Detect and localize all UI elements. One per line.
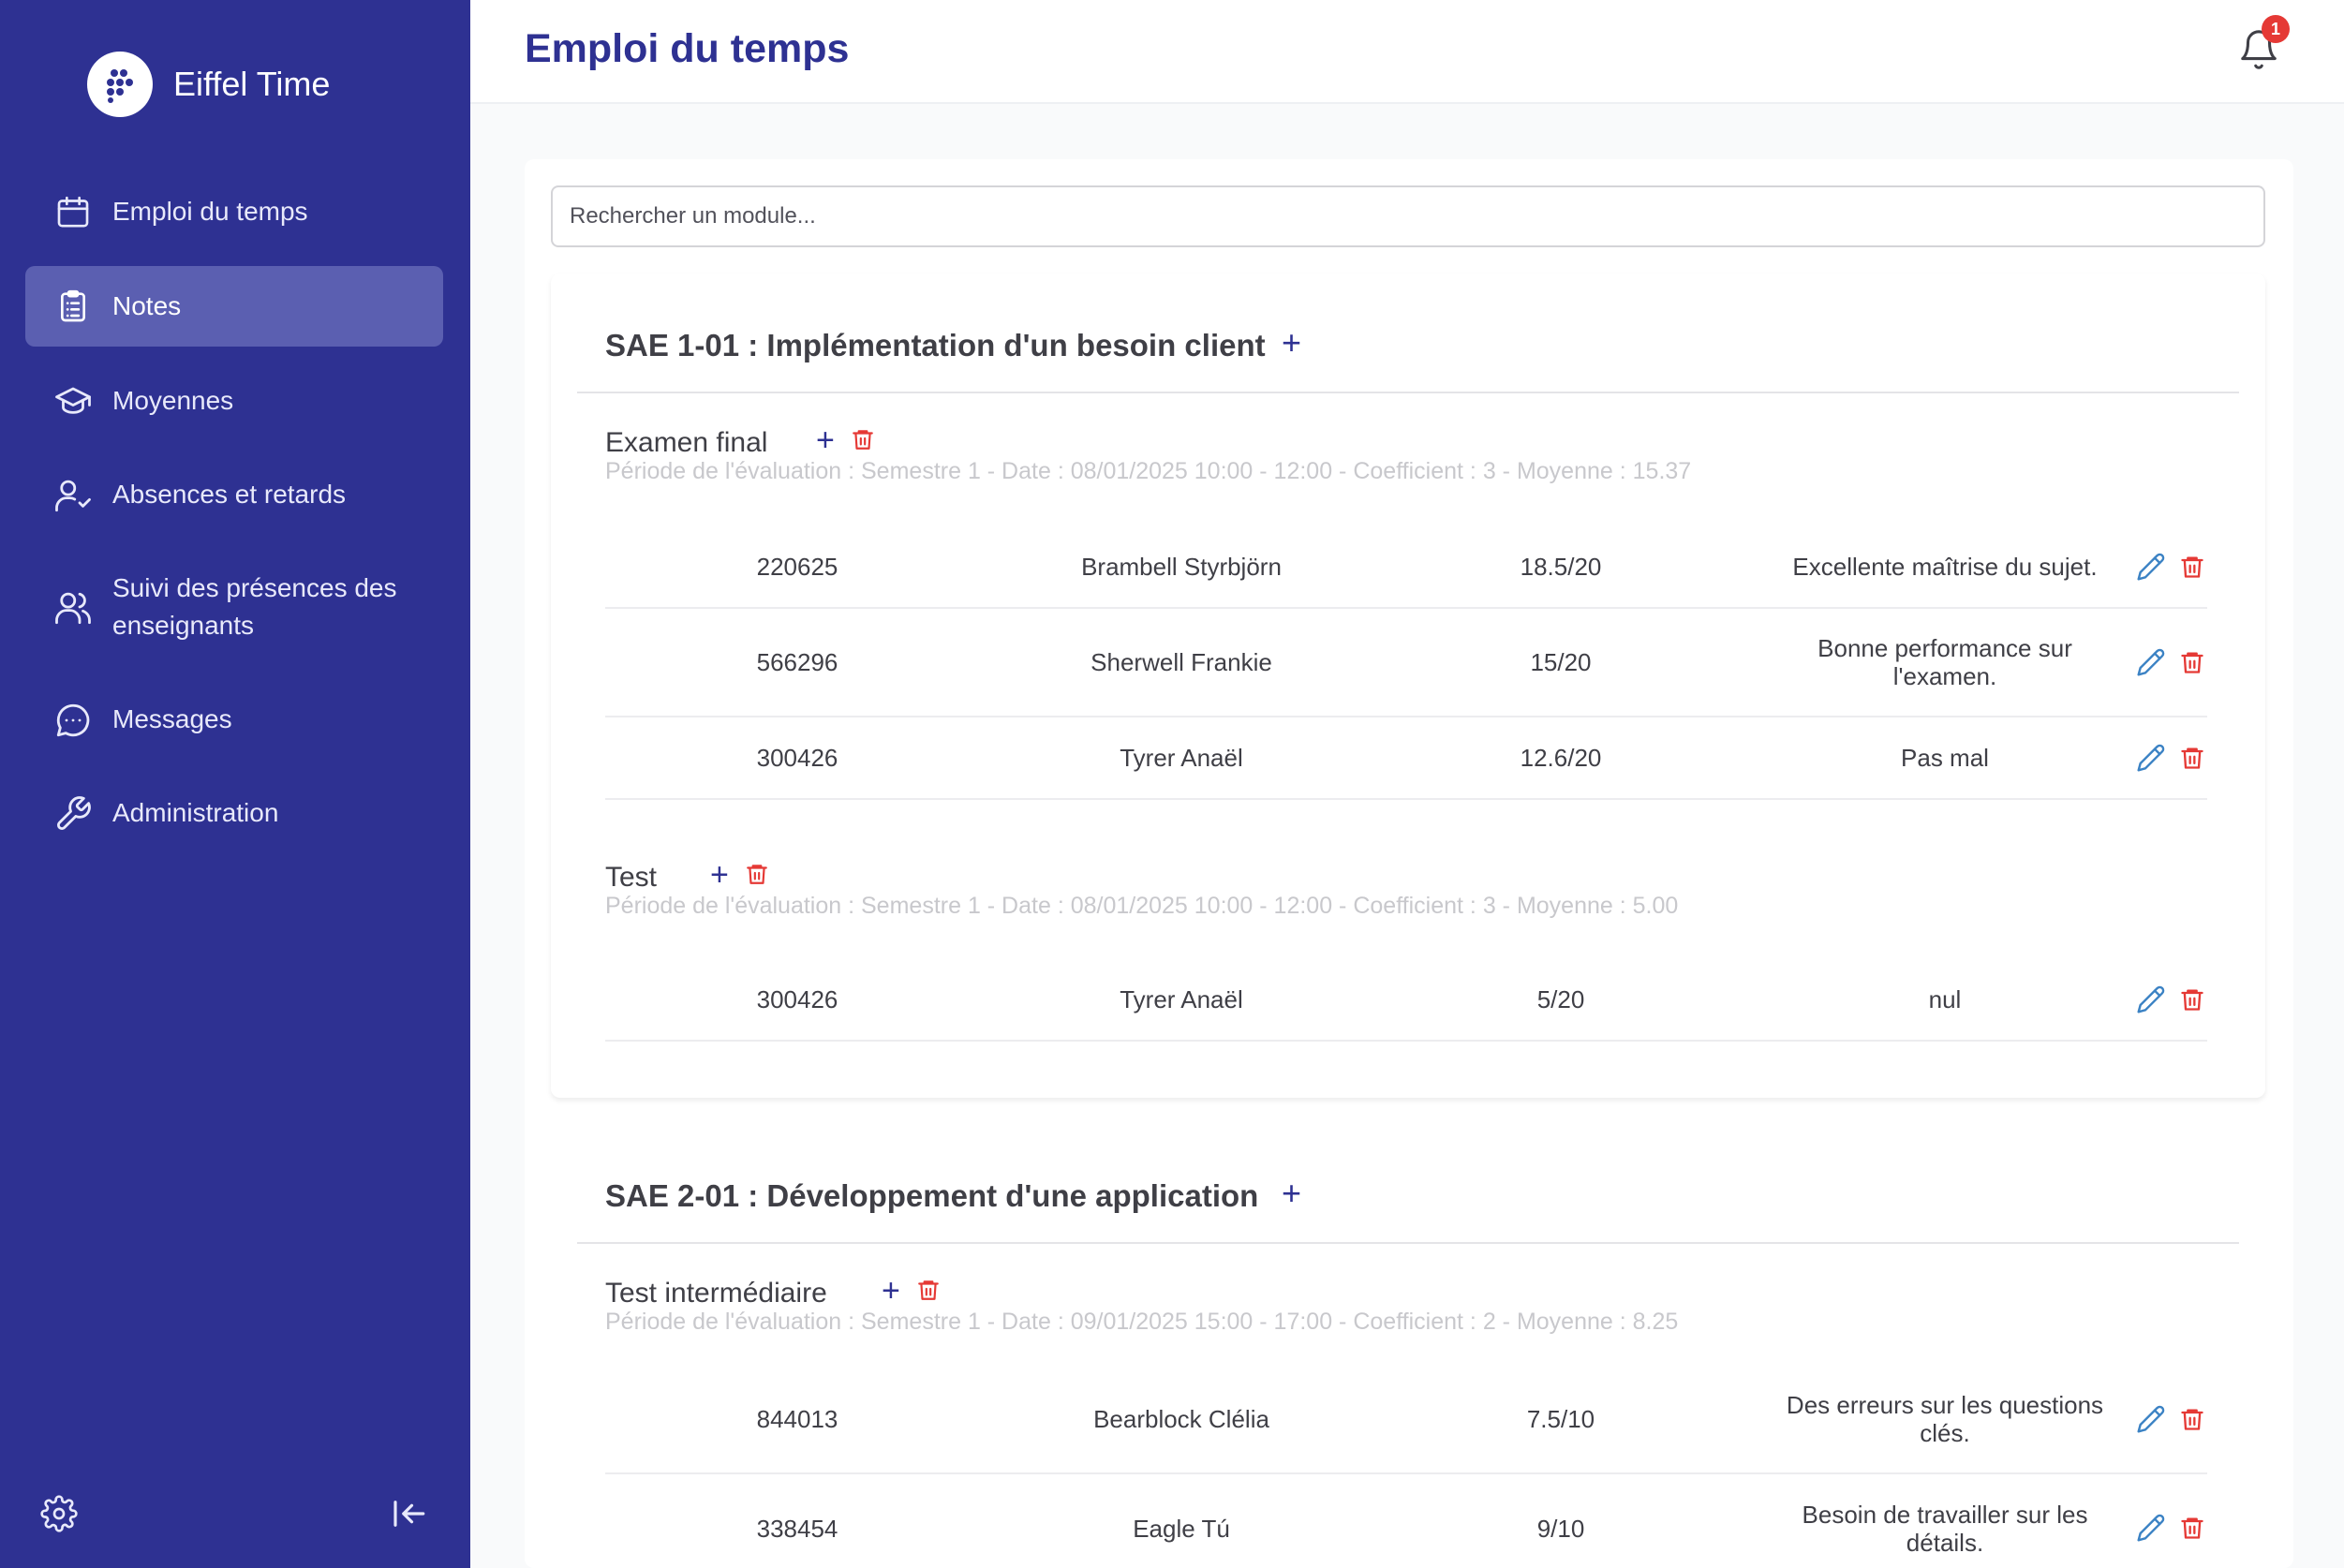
note-comment: Des erreurs sur les questions clés. <box>1786 1391 2104 1447</box>
table-row: 338454 Eagle Tú 9/10 Besoin de travaille… <box>605 1474 2207 1568</box>
add-evaluation-button[interactable]: + <box>1282 326 1301 360</box>
delete-trash-icon[interactable] <box>2179 1513 2205 1543</box>
wrench-icon <box>53 794 93 834</box>
top-bar: Emploi du temps 1 <box>470 0 2344 104</box>
sidebar-item-suivi-presences[interactable]: Suivi des présences des enseignants <box>25 570 443 644</box>
module-title: SAE 2-01 : Développement d'une applicati… <box>605 1178 1259 1213</box>
student-id: 338454 <box>756 1515 838 1543</box>
app-name: Eiffel Time <box>173 65 331 103</box>
sidebar-item-emploi-du-temps[interactable]: Emploi du temps <box>25 193 443 230</box>
search-input[interactable] <box>551 185 2265 247</box>
evaluation-title: Test <box>605 862 658 893</box>
module-card: SAE 2-01 : Développement d'une applicati… <box>551 1124 2265 1568</box>
delete-evaluation-icon[interactable] <box>916 1276 941 1304</box>
clipboard-list-icon <box>53 287 93 326</box>
edit-pencil-icon[interactable] <box>2136 647 2168 679</box>
student-id: 220625 <box>756 553 838 581</box>
table-row: 300426 Tyrer Anaël 5/20 nul <box>605 959 2207 1042</box>
delete-trash-icon[interactable] <box>2179 1404 2205 1434</box>
delete-evaluation-icon[interactable] <box>851 425 875 453</box>
evaluation-title: Test intermédiaire <box>605 1278 827 1309</box>
sidebar: Eiffel Time Emploi du temps Notes Moyenn… <box>0 0 470 1568</box>
student-name: Eagle Tú <box>1133 1515 1230 1543</box>
evaluation-meta: Période de l'évaluation : Semestre 1 - D… <box>605 458 1692 484</box>
student-name: Sherwell Frankie <box>1090 648 1272 676</box>
edit-pencil-icon[interactable] <box>2136 1404 2168 1436</box>
table-row: 220625 Brambell Styrbjörn 18.5/20 Excell… <box>605 526 2207 609</box>
brand[interactable]: Eiffel Time <box>87 52 330 117</box>
delete-trash-icon[interactable] <box>2179 552 2205 582</box>
student-name: Tyrer Anaël <box>1120 985 1243 1013</box>
note-comment: Pas mal <box>1901 744 1989 772</box>
add-note-button[interactable]: + <box>710 859 729 891</box>
sidebar-item-label: Moyennes <box>112 386 234 415</box>
calendar-icon <box>53 193 93 232</box>
user-check-icon <box>53 476 93 515</box>
student-id: 844013 <box>756 1405 838 1433</box>
student-note: 9/10 <box>1536 1515 1585 1543</box>
sidebar-item-administration[interactable]: Administration <box>25 794 443 832</box>
sidebar-item-label: Absences et retards <box>112 480 347 509</box>
student-note: 15/20 <box>1530 648 1592 676</box>
student-note: 12.6/20 <box>1520 744 1602 772</box>
sidebar-item-label: Administration <box>112 798 279 827</box>
users-icon <box>53 588 93 628</box>
edit-pencil-icon[interactable] <box>2136 1513 2168 1545</box>
student-id: 566296 <box>756 648 838 676</box>
delete-trash-icon[interactable] <box>2179 984 2205 1014</box>
student-note: 7.5/10 <box>1526 1405 1595 1433</box>
gear-icon[interactable] <box>38 1493 80 1534</box>
student-name: Brambell Styrbjörn <box>1081 553 1282 581</box>
add-note-button[interactable]: + <box>882 1275 900 1307</box>
sidebar-item-notes[interactable]: Notes <box>25 266 443 347</box>
student-name: Tyrer Anaël <box>1120 744 1243 772</box>
collapse-left-icon[interactable] <box>388 1493 429 1534</box>
module-card: SAE 1-01 : Implémentation d'un besoin cl… <box>551 274 2265 1098</box>
app-logo-icon <box>87 52 153 117</box>
module-title: SAE 1-01 : Implémentation d'un besoin cl… <box>605 328 1266 362</box>
note-comment: Excellente maîtrise du sujet. <box>1792 553 2098 581</box>
main-panel: SAE 1-01 : Implémentation d'un besoin cl… <box>525 159 2293 1568</box>
evaluation-meta: Période de l'évaluation : Semestre 1 - D… <box>605 1309 1679 1335</box>
sidebar-item-label: Suivi des présences des enseignants <box>112 573 397 640</box>
note-comment: Besoin de travailler sur les détails. <box>1802 1501 2088 1557</box>
add-note-button[interactable]: + <box>816 424 835 456</box>
sidebar-item-label: Notes <box>112 291 182 320</box>
notification-bell-icon[interactable]: 1 <box>2237 15 2290 71</box>
student-name: Bearblock Clélia <box>1093 1405 1269 1433</box>
sidebar-item-absences[interactable]: Absences et retards <box>25 476 443 513</box>
module-header: SAE 1-01 : Implémentation d'un besoin cl… <box>577 274 2239 393</box>
table-row: 566296 Sherwell Frankie 15/20 Bonne perf… <box>605 609 2207 717</box>
sidebar-item-messages[interactable]: Messages <box>25 701 443 738</box>
evaluation-title: Examen final <box>605 427 768 458</box>
edit-pencil-icon[interactable] <box>2136 984 2168 1016</box>
message-circle-icon <box>53 701 93 740</box>
note-comment: nul <box>1928 985 1962 1013</box>
edit-pencil-icon[interactable] <box>2136 743 2168 775</box>
add-evaluation-button[interactable]: + <box>1282 1176 1301 1210</box>
sidebar-item-moyennes[interactable]: Moyennes <box>25 382 443 420</box>
note-comment: Bonne performance sur l'examen. <box>1817 634 2072 690</box>
delete-trash-icon[interactable] <box>2179 647 2205 677</box>
delete-trash-icon[interactable] <box>2179 743 2205 773</box>
table-row: 844013 Bearblock Clélia 7.5/10 Des erreu… <box>605 1366 2207 1474</box>
table-row: 300426 Tyrer Anaël 12.6/20 Pas mal <box>605 717 2207 800</box>
graduation-cap-icon <box>53 382 93 422</box>
evaluation-meta: Période de l'évaluation : Semestre 1 - D… <box>605 893 1679 919</box>
student-id: 300426 <box>756 744 838 772</box>
delete-evaluation-icon[interactable] <box>745 860 769 888</box>
sidebar-item-label: Emploi du temps <box>112 197 308 226</box>
student-note: 18.5/20 <box>1520 553 1602 581</box>
module-header: SAE 2-01 : Développement d'une applicati… <box>577 1124 2239 1244</box>
student-note: 5/20 <box>1536 985 1585 1013</box>
student-id: 300426 <box>756 985 838 1013</box>
notification-badge: 1 <box>2262 15 2290 43</box>
edit-pencil-icon[interactable] <box>2136 552 2168 584</box>
sidebar-item-label: Messages <box>112 704 232 733</box>
page-title: Emploi du temps <box>525 26 850 71</box>
